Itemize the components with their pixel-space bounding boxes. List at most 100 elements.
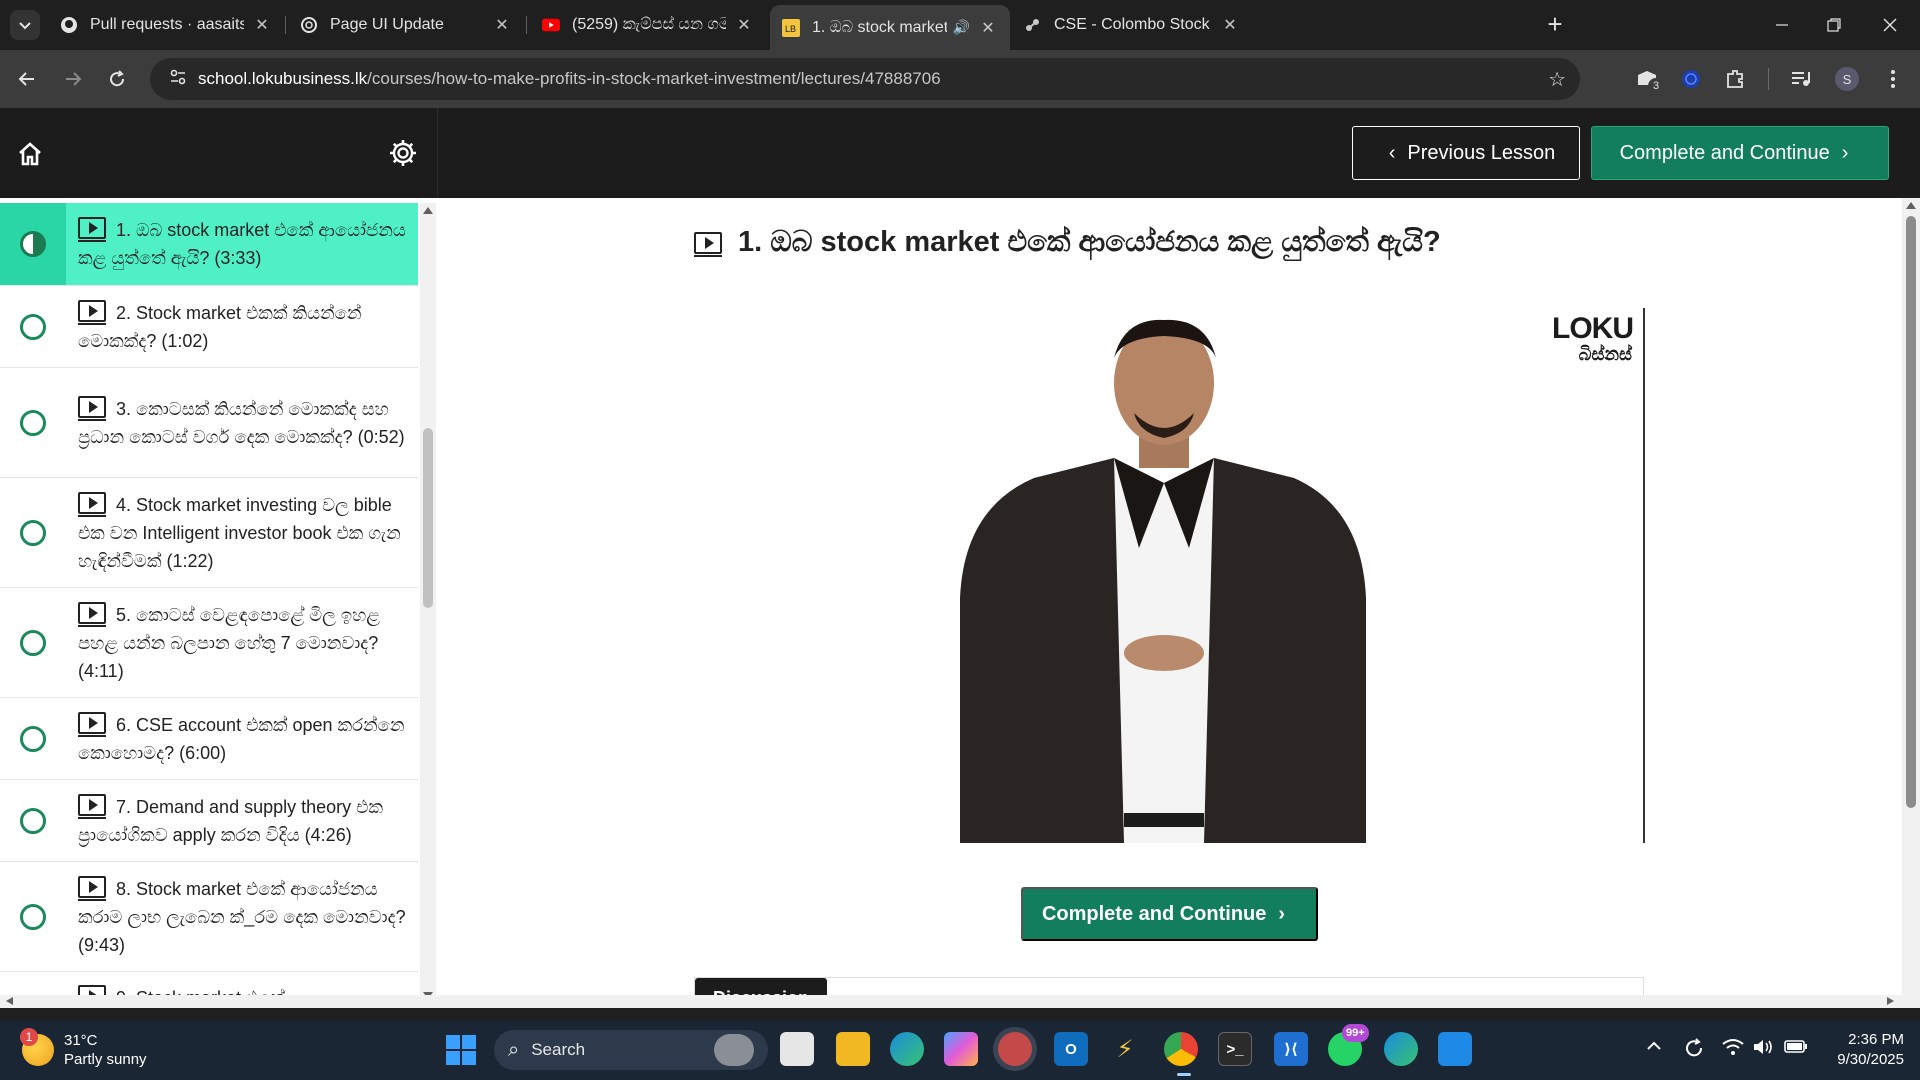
volume-icon[interactable] [1752, 1038, 1774, 1061]
copilot-icon[interactable] [944, 1032, 978, 1066]
back-button[interactable] [10, 62, 44, 96]
tab-search-button[interactable] [10, 10, 40, 40]
sidebar-header [0, 108, 438, 198]
lesson-item[interactable]: 8. Stock market එකේ ආයෝජනය කරාම ලාභ ලැබෙ… [0, 862, 418, 972]
weather-badge: 1 [20, 1028, 38, 1046]
youtube-icon [542, 16, 560, 34]
site-info-icon[interactable] [158, 68, 198, 91]
extension-badge-button[interactable]: 3 [1634, 66, 1664, 94]
url-path: /courses/how-to-make-profits-in-stock-ma… [367, 69, 941, 88]
previous-lesson-button[interactable]: ‹ Previous Lesson [1352, 126, 1580, 180]
system-clock[interactable]: 2:36 PM 9/30/2025 [1824, 1030, 1904, 1070]
tab-title: 1. ඔබ stock market එකේ ආ [812, 18, 947, 36]
speaker-icon[interactable]: 🔊 [953, 19, 970, 36]
fingerprint-icon [1682, 70, 1700, 88]
edge-icon[interactable] [890, 1032, 924, 1066]
lesson-item[interactable]: 5. කොටස් වෙළඳපොළේ මිල ඉහළ පහළ යන්න බලපාන… [0, 588, 418, 698]
close-icon[interactable]: ✕ [734, 15, 754, 35]
close-icon [1883, 18, 1897, 32]
scroll-up-arrow-icon[interactable] [423, 207, 433, 214]
task-view-icon[interactable] [780, 1032, 814, 1066]
profile-avatar[interactable]: S [1834, 66, 1860, 92]
minimize-icon [1776, 24, 1788, 26]
chevron-left-icon: ‹ [1388, 141, 1396, 164]
whatsapp-badge: 99+ [1342, 1024, 1369, 1042]
file-explorer-icon[interactable] [836, 1032, 870, 1066]
battery-icon[interactable] [1784, 1038, 1808, 1059]
url-text: school.lokubusiness.lk/courses/how-to-ma… [198, 69, 941, 89]
sidebar-scrollbar[interactable] [420, 203, 436, 1003]
edge-dev-icon[interactable] [1384, 1032, 1418, 1066]
browser-tab[interactable]: (5259) කැම්පස් යන ගමන් වුනු ✕ [530, 7, 766, 43]
reload-button[interactable] [100, 62, 134, 96]
lesson-status [0, 807, 66, 834]
lesson-item[interactable]: 4. Stock market investing වල bible එක වන… [0, 478, 418, 588]
lesson-item[interactable]: 2. Stock market එකක් කියන්නේ මොකක්ද? (1:… [0, 286, 418, 368]
clock-time: 2:36 PM [1848, 1031, 1904, 1048]
sidebar-scroll-thumb[interactable] [423, 428, 433, 608]
previous-lesson-label: Previous Lesson [1407, 141, 1556, 164]
screen-recorder-icon[interactable] [998, 1032, 1032, 1066]
bookmark-star-icon[interactable]: ☆ [1548, 67, 1566, 92]
close-icon[interactable]: ✕ [492, 15, 512, 35]
browser-tab[interactable]: CSE - Colombo Stock Exchange ✕ [1012, 7, 1252, 43]
restore-button[interactable] [1806, 0, 1862, 50]
lesson-status [0, 313, 66, 340]
video-player[interactable]: LOKU බිස්නස් [694, 308, 1645, 843]
whatsapp-icon[interactable]: 99+ [1328, 1024, 1369, 1066]
scroll-right-arrow-icon[interactable] [1887, 997, 1894, 1005]
close-icon[interactable]: ✕ [1220, 15, 1240, 35]
lesson-label: 4. Stock market investing වල bible එක වන… [78, 494, 401, 571]
forward-button[interactable] [56, 62, 90, 96]
page-scrollbar[interactable] [1902, 198, 1920, 1008]
extensions-button[interactable] [1722, 66, 1748, 92]
close-window-button[interactable] [1862, 0, 1918, 50]
minimize-button[interactable] [1754, 0, 1810, 50]
power-automate-icon[interactable]: ⚡ [1108, 1032, 1142, 1066]
scroll-left-arrow-icon[interactable] [6, 997, 13, 1005]
terminal-icon[interactable]: >_ [1218, 1032, 1252, 1066]
lecture-title-text: 1. ඔබ stock market එකේ ආයෝජනය කළ යුත්තේ … [738, 226, 1441, 258]
close-icon[interactable]: ✕ [978, 18, 998, 38]
complete-and-continue-main-button[interactable]: Complete and Continue › [1021, 887, 1318, 941]
chrome-icon[interactable] [1164, 1032, 1198, 1066]
lesson-item-active[interactable]: 1. ඔබ stock market එකේ ආයෝජනය කළ යුත්තේ … [0, 203, 418, 286]
horizontal-scrollbar[interactable] [0, 995, 1920, 1008]
browser-tab-active[interactable]: LB 1. ඔබ stock market එකේ ආ 🔊 ✕ [770, 5, 1010, 50]
show-hidden-icons-button[interactable] [1646, 1038, 1662, 1059]
reload-icon [110, 70, 125, 87]
search-label: Search [531, 1040, 586, 1059]
lesson-status [0, 519, 66, 546]
lesson-label: 8. Stock market එකේ ආයෝජනය කරාම ලාභ ලැබෙ… [78, 878, 406, 955]
browser-menu-button[interactable] [1880, 66, 1906, 92]
complete-and-continue-button[interactable]: Complete and Continue › [1591, 126, 1889, 180]
photos-icon[interactable] [1438, 1032, 1472, 1066]
lecture-content: 1. ඔබ stock market එකේ ආයෝජනය කළ යුත්තේ … [438, 198, 1900, 1008]
browser-tab[interactable]: Pull requests · aasaitsolution/PC ✕ [48, 7, 284, 43]
url-host: school.lokubusiness.lk [198, 69, 368, 88]
weather-widget[interactable]: 1 31°C Partly sunny [20, 1028, 182, 1072]
wifi-icon[interactable] [1722, 1038, 1744, 1061]
lesson-item[interactable]: 3. කොටසක් කියන්නේ මොකක්ද සහ ප්‍රධාන කොටස… [0, 368, 418, 478]
lesson-item[interactable]: 6. CSE account එකක් open කරන්නෙ කොහොමද? … [0, 698, 418, 780]
web-page: 1. ඔබ stock market එකේ ආයෝජනය කළ යුත්තේ … [0, 108, 1920, 1008]
lesson-label: 3. කොටසක් කියන්නේ මොකක්ද සහ ප්‍රධාන කොටස… [78, 398, 405, 447]
address-bar[interactable]: school.lokubusiness.lk/courses/how-to-ma… [150, 58, 1580, 100]
home-icon[interactable] [16, 140, 44, 168]
vscode-icon[interactable]: ⟩⟨ [1274, 1032, 1308, 1066]
taskbar-search[interactable]: ⌕ Search [494, 1030, 768, 1070]
complete-label: Complete and Continue [1041, 902, 1267, 925]
close-icon[interactable]: ✕ [252, 15, 272, 35]
sync-icon[interactable] [1684, 1038, 1704, 1063]
start-button[interactable] [446, 1035, 476, 1065]
media-controls-button[interactable] [1788, 66, 1814, 92]
new-tab-button[interactable]: + [1540, 10, 1570, 40]
page-scroll-thumb[interactable] [1906, 216, 1916, 808]
browser-tab[interactable]: Page UI Update ✕ [288, 7, 524, 43]
extension-count-badge: 3 [1648, 78, 1664, 94]
fingerprint-extension-button[interactable] [1678, 66, 1704, 92]
scroll-up-arrow-icon[interactable] [1906, 202, 1916, 209]
lesson-item[interactable]: 7. Demand and supply theory එක ප්‍රායෝගි… [0, 780, 418, 862]
gear-icon[interactable] [388, 138, 418, 168]
outlook-icon[interactable]: O [1054, 1032, 1088, 1066]
